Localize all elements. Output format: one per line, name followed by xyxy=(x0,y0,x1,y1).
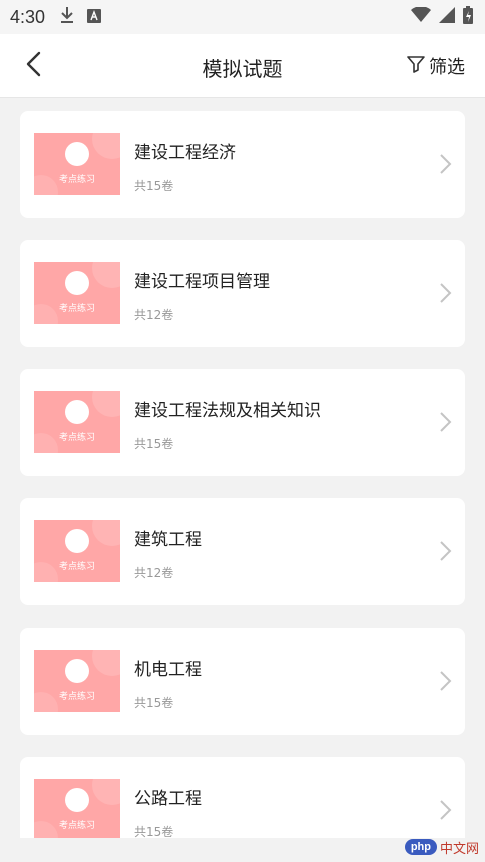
status-bar: 4:30 xyxy=(0,0,485,34)
list-item[interactable]: 考点练习 建筑工程 共12卷 xyxy=(20,498,465,605)
chevron-right-icon xyxy=(439,670,453,692)
app-bar: 模拟试题 筛选 xyxy=(0,34,485,98)
watermark-logo: php xyxy=(404,839,437,855)
watermark: php 中文网 xyxy=(404,836,479,858)
thumbnail: 考点练习 xyxy=(34,779,120,838)
item-count: 共15卷 xyxy=(134,437,174,451)
wifi-icon xyxy=(411,6,431,27)
logo-icon xyxy=(65,788,89,812)
item-title: 建设工程法规及相关知识 xyxy=(134,401,321,421)
list-item[interactable]: 考点练习 建设工程项目管理 共12卷 xyxy=(20,240,465,347)
thumbnail: 考点练习 xyxy=(34,262,120,324)
thumbnail: 考点练习 xyxy=(34,133,120,195)
battery-charging-icon xyxy=(463,6,473,28)
logo-icon xyxy=(65,271,89,295)
download-icon xyxy=(59,6,75,28)
logo-icon xyxy=(65,529,89,553)
item-title: 建设工程项目管理 xyxy=(134,272,270,292)
thumbnail-label: 考点练习 xyxy=(58,175,95,185)
thumbnail: 考点练习 xyxy=(34,391,120,453)
thumbnail-label: 考点练习 xyxy=(58,821,95,831)
thumbnail: 考点练习 xyxy=(34,520,120,582)
item-title: 机电工程 xyxy=(134,660,202,680)
list-item[interactable]: 考点练习 机电工程 共15卷 xyxy=(20,628,465,735)
watermark-text: 中文网 xyxy=(439,841,479,857)
logo-icon xyxy=(65,142,89,166)
item-count: 共15卷 xyxy=(134,825,174,838)
list-item[interactable]: 考点练习 建设工程法规及相关知识 共15卷 xyxy=(20,369,465,476)
item-count: 共12卷 xyxy=(134,308,174,322)
status-time: 4:30 xyxy=(10,6,46,27)
filter-label: 筛选 xyxy=(429,57,465,78)
item-count: 共15卷 xyxy=(134,696,174,710)
chevron-right-icon xyxy=(439,799,453,821)
thumbnail-label: 考点练习 xyxy=(58,433,95,443)
list-item[interactable]: 考点练习 公路工程 共15卷 xyxy=(20,757,465,838)
item-title: 建设工程经济 xyxy=(134,143,236,163)
item-title: 建筑工程 xyxy=(134,530,202,550)
thumbnail: 考点练习 xyxy=(34,650,120,712)
thumbnail-label: 考点练习 xyxy=(58,562,95,572)
item-title: 公路工程 xyxy=(134,789,202,809)
item-count: 共15卷 xyxy=(134,179,174,193)
chevron-right-icon xyxy=(439,153,453,175)
logo-icon xyxy=(65,400,89,424)
text-a-icon xyxy=(87,8,102,27)
chevron-right-icon xyxy=(439,282,453,304)
logo-icon xyxy=(65,659,89,683)
exam-list: 考点练习 建设工程经济 共15卷 考点练习 建设工程项目管理 共12卷 考点练习… xyxy=(0,98,485,838)
list-item[interactable]: 考点练习 建设工程经济 共15卷 xyxy=(20,111,465,218)
item-count: 共12卷 xyxy=(134,566,174,580)
filter-button[interactable]: 筛选 xyxy=(407,53,465,79)
thumbnail-label: 考点练习 xyxy=(58,304,95,314)
chevron-right-icon xyxy=(439,540,453,562)
filter-icon xyxy=(407,55,425,78)
chevron-right-icon xyxy=(439,411,453,433)
thumbnail-label: 考点练习 xyxy=(58,692,95,702)
signal-icon xyxy=(439,7,455,27)
